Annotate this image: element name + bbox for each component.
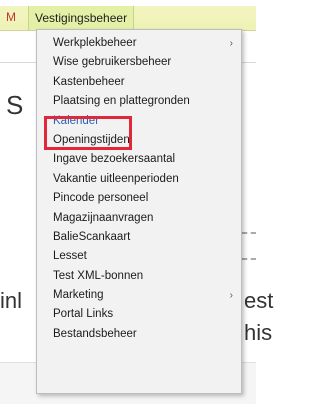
menu-item-label: Lesset <box>53 250 87 263</box>
menu-item-label: Magazijnaanvragen <box>53 211 154 224</box>
menu-item-label: Portal Links <box>53 308 114 321</box>
menu-item-label: Ingave bezoekersaantal <box>53 153 176 166</box>
menu-item-portal-links[interactable]: Portal Links <box>37 305 241 324</box>
menu-item-label: Vakantie uitleenperioden <box>53 172 179 185</box>
menu-item-wise-gebruikersbeheer[interactable]: Wise gebruikersbeheer <box>37 53 241 72</box>
menu-item-label: Test XML-bonnen <box>53 269 144 282</box>
menu-item-lesset[interactable]: Lesset <box>37 247 241 266</box>
background-divider <box>240 62 256 63</box>
menu-item-label: Wise gebruikersbeheer <box>53 56 172 69</box>
chevron-right-icon: › <box>229 38 233 49</box>
menu-item-test-xml-bonnen[interactable]: Test XML-bonnen <box>37 267 241 286</box>
menu-item-label: Kastenbeheer <box>53 75 125 88</box>
menu-item-vakantie-uitleenperioden[interactable]: Vakantie uitleenperioden <box>37 170 241 189</box>
chevron-right-icon: › <box>229 290 233 302</box>
vestigingsbeheer-dropdown: Werkplekbeheer › Wise gebruikersbeheer Ka… <box>36 29 242 394</box>
menu-item-marketing[interactable]: Marketing › <box>37 286 241 305</box>
highlight-annotation-box <box>44 116 132 150</box>
menu-item-plaatsing-en-plattegronden[interactable]: Plaatsing en plattegronden <box>37 92 241 111</box>
menu-bar: M Vestigingsbeheer <box>0 0 256 31</box>
menu-fragment[interactable]: M <box>6 10 16 24</box>
menu-item-ingave-bezoekersaantal[interactable]: Ingave bezoekersaantal <box>37 150 241 169</box>
background-divider <box>0 62 36 63</box>
background-text-fragment: his <box>244 320 273 345</box>
menu-item-bestandsbeheer[interactable]: Bestandsbeheer <box>37 325 241 344</box>
menu-item-label: Werkplekbeheer <box>53 37 137 49</box>
background-dashed-element <box>242 232 256 260</box>
menu-item-pincode-personeel[interactable]: Pincode personeel <box>37 189 241 208</box>
menu-item-baliescankaart[interactable]: BalieScankaart <box>37 228 241 247</box>
menu-item-label: Plaatsing en plattegronden <box>53 95 190 108</box>
menu-item-label: Pincode personeel <box>53 192 149 205</box>
menu-item-magazijnaanvragen[interactable]: Magazijnaanvragen <box>37 209 241 228</box>
menu-item-label: Bestandsbeheer <box>53 327 137 340</box>
background-text-fragment: est <box>244 288 274 313</box>
menu-item-label: Marketing <box>53 289 104 302</box>
menu-item-label: BalieScankaart <box>53 230 131 243</box>
menu-item-kastenbeheer[interactable]: Kastenbeheer <box>37 73 241 92</box>
background-text-fragment: inl <box>0 288 23 313</box>
background-text-fragment: S <box>6 90 24 120</box>
menu-vestigingsbeheer[interactable]: Vestigingsbeheer <box>28 6 135 30</box>
menu-item-werkplekbeheer[interactable]: Werkplekbeheer › <box>37 34 241 53</box>
